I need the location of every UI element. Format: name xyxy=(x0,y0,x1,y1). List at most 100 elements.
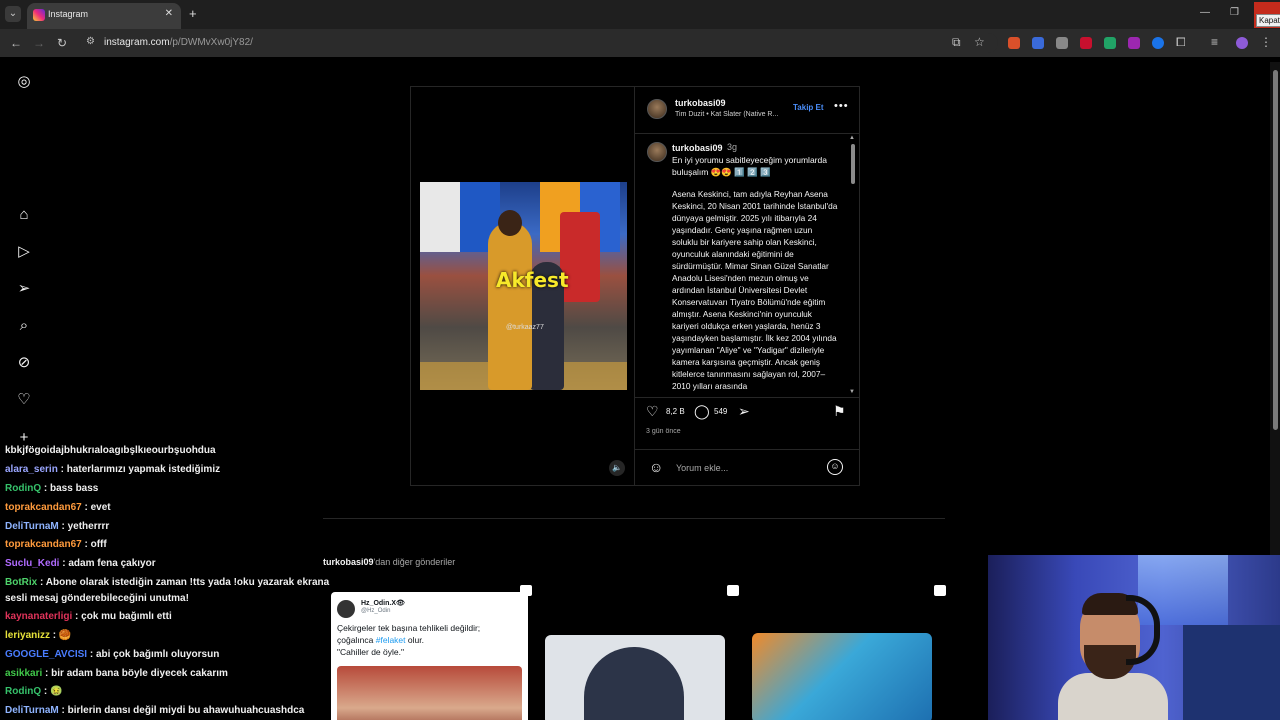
tweet-card: Hz_Odin.X👁 @Hz_Odin Çekirgeler tek başın… xyxy=(331,592,528,720)
reel-icon xyxy=(520,585,532,596)
chat-message: alara_serin : haterlarımızı yapmak isted… xyxy=(5,464,220,475)
extensions-puzzle-icon[interactable]: ⧠ xyxy=(1176,35,1186,50)
reload-icon[interactable]: ↻ xyxy=(57,36,67,50)
chat-username: BotRix xyxy=(5,577,38,588)
extension-6-icon[interactable] xyxy=(1128,37,1140,49)
follow-button[interactable]: Takip Et xyxy=(793,103,824,112)
post-info-panel: turkobasi09 Tim Duzit • Kat Slater (Nati… xyxy=(635,86,860,486)
comment-count[interactable]: 549 xyxy=(714,407,727,416)
chat-text: : çok mu bağımlı etti xyxy=(72,611,172,622)
chat-username: GOOGLE_AVCISI xyxy=(5,649,88,660)
caption-avatar[interactable] xyxy=(647,142,667,162)
back-icon[interactable]: ← xyxy=(10,36,22,50)
comment-input[interactable]: Yorum ekle... xyxy=(676,463,728,473)
tweet-text: Çekirgeler tek başına tehlikeli değildir… xyxy=(337,622,522,658)
url-text: instagram.com/p/DWMvXw0jY82/ xyxy=(104,37,253,48)
grid-post-1[interactable]: Hz_Odin.X👁 @Hz_Odin Çekirgeler tek başın… xyxy=(331,577,538,720)
bookmark-star-icon[interactable]: ☆ xyxy=(974,35,985,49)
browser-toolbar: ← → ↻ ⚙ instagram.com/p/DWMvXw0jY82/ ⧉ ☆… xyxy=(0,29,1280,57)
chat-text: : evet xyxy=(81,502,111,513)
stream-chat-overlay: kbkjfögoidajbhukrıaloagıbşlkıeourbşuohdu… xyxy=(0,443,360,720)
caption-scroll-thumb[interactable] xyxy=(851,144,855,184)
new-tab-icon[interactable]: + xyxy=(189,6,197,21)
grid-post-3[interactable] xyxy=(745,577,952,720)
install-app-icon[interactable]: ⧉ xyxy=(952,35,961,50)
reels-icon[interactable]: ▷ xyxy=(15,243,33,261)
search-icon[interactable]: ⌕ xyxy=(15,317,33,335)
tab-close-icon[interactable]: ✕ xyxy=(165,8,173,19)
chat-text: : bir adam bana böyle diyecek cakarım xyxy=(42,668,228,679)
mute-icon[interactable]: 🔈 xyxy=(609,460,625,476)
tab-search-button[interactable]: ⌄ xyxy=(5,6,21,22)
chat-message: BotRix : Abone olarak istediğin zaman !t… xyxy=(5,577,329,588)
heart-icon[interactable]: ♡ xyxy=(15,391,33,409)
site-info-icon[interactable]: ⚙ xyxy=(86,36,95,47)
chat-username: toprakcandan67 xyxy=(5,502,82,513)
post-video[interactable]: Akfest @turkaaz77 xyxy=(420,182,627,390)
grid-post-2[interactable] xyxy=(538,577,745,720)
chat-message: asikkari : bir adam bana böyle diyecek c… xyxy=(5,668,228,679)
scroll-down-icon[interactable]: ▼ xyxy=(849,389,855,395)
extension-4-icon[interactable] xyxy=(1080,37,1092,49)
reel-icon xyxy=(934,585,946,596)
comment-icon[interactable]: ◯ xyxy=(694,403,710,420)
extension-2-icon[interactable] xyxy=(1032,37,1044,49)
post-media[interactable]: Akfest @turkaaz77 🔈 xyxy=(410,86,635,486)
chat-username: kaynanaterligi xyxy=(5,611,73,622)
extension-7-icon[interactable] xyxy=(1152,37,1164,49)
media-controls-icon[interactable]: ≡ xyxy=(1211,35,1218,49)
thumbnail-map xyxy=(752,633,932,720)
like-count[interactable]: 8,2 B xyxy=(666,407,685,416)
more-options-icon[interactable]: ••• xyxy=(834,100,849,112)
extension-1-icon[interactable] xyxy=(1008,37,1020,49)
like-heart-icon[interactable]: ♡ xyxy=(646,403,659,420)
browser-menu-icon[interactable]: ⋮ xyxy=(1260,35,1272,49)
author-avatar[interactable] xyxy=(647,99,667,119)
caption-time: 3g xyxy=(727,142,738,152)
chat-text: : 🤢 xyxy=(41,686,63,697)
video-overlay-text: Akfest xyxy=(496,268,569,292)
minimize-icon[interactable]: — xyxy=(1200,7,1210,18)
home-icon[interactable]: ⌂ xyxy=(15,206,33,224)
chat-text: : offf xyxy=(81,539,107,550)
forward-icon[interactable]: → xyxy=(33,36,45,50)
chat-text: kbkjfögoidajbhukrıaloagıbşlkıeourbşuohdu… xyxy=(5,445,216,456)
instagram-favicon-icon xyxy=(33,9,45,21)
chat-message: GOOGLE_AVCISI : abi çok bağımlı oluyorsu… xyxy=(5,649,219,660)
chat-username: toprakcandan67 xyxy=(5,539,82,550)
chat-text: : haterlarımızı yapmak istediğimiz xyxy=(57,464,221,475)
chat-message: kaynanaterligi : çok mu bağımlı etti xyxy=(5,611,172,622)
emoji-smile-icon[interactable]: ☺ xyxy=(827,459,843,475)
browser-tab-instagram[interactable]: Instagram ✕ xyxy=(27,3,181,29)
profile-avatar[interactable] xyxy=(1236,37,1248,49)
caption-username[interactable]: turkobasi09 xyxy=(672,143,723,153)
extension-5-icon[interactable] xyxy=(1104,37,1116,49)
chat-username: RodinQ xyxy=(5,686,42,697)
scroll-up-icon[interactable]: ▲ xyxy=(849,135,855,141)
chat-username: RodinQ xyxy=(5,483,42,494)
emoji-picker-icon[interactable]: ☺ xyxy=(649,459,663,475)
chat-username: DeliTurnaM xyxy=(5,521,59,532)
caption-body: Asena Keskinci, tam adıyla Reyhan Asena … xyxy=(672,189,838,391)
chat-text: : Abone olarak istediğin zaman !tts yada… xyxy=(37,577,330,588)
audio-label[interactable]: Tim Duzit • Kat Slater (Native R... xyxy=(675,111,778,118)
page-scrollbar-thumb[interactable] xyxy=(1273,70,1278,430)
explore-icon[interactable]: ⊘ xyxy=(15,354,33,372)
tweet-line-3: "Cahiller de öyle." xyxy=(337,647,404,657)
webcam-body xyxy=(1058,673,1168,720)
share-icon[interactable]: ➢ xyxy=(738,403,750,420)
chat-text: : bass bass xyxy=(41,483,99,494)
chat-message: Suclu_Kedi : adam fena çakıyor xyxy=(5,558,156,569)
streamer-webcam xyxy=(988,555,1280,720)
chat-message: sesli mesaj gönderebileceğini unutma! xyxy=(5,593,189,604)
extension-3-icon[interactable] xyxy=(1056,37,1068,49)
instagram-logo-icon[interactable]: ◎ xyxy=(15,73,33,91)
save-bookmark-icon[interactable]: ⚑ xyxy=(833,403,846,420)
address-bar[interactable]: ⚙ instagram.com/p/DWMvXw0jY82/ xyxy=(80,33,998,53)
send-icon[interactable]: ➢ xyxy=(15,280,33,298)
chat-text: sesli mesaj gönderebileceğini unutma! xyxy=(5,593,189,604)
restore-icon[interactable]: ❐ xyxy=(1230,7,1239,18)
author-username[interactable]: turkobasi09 xyxy=(675,98,726,108)
comment-box: ☺ Yorum ekle... ☺ xyxy=(635,449,859,486)
chat-text: : abi çok bağımlı oluyorsun xyxy=(87,649,220,660)
